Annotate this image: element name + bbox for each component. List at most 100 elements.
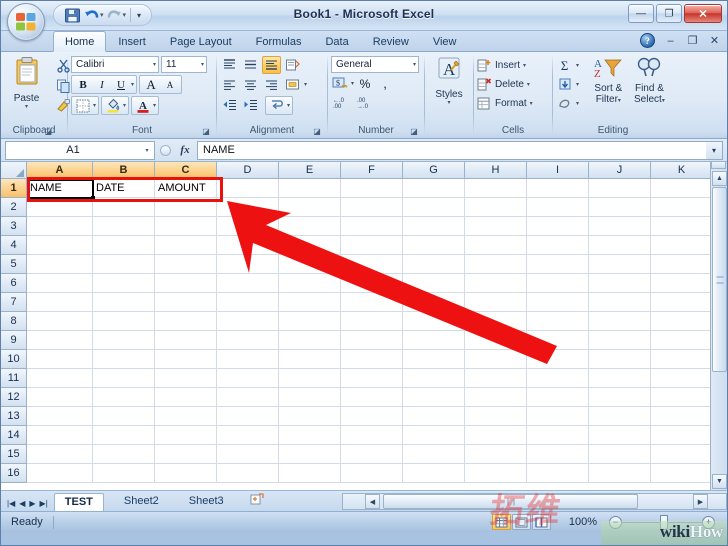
cell-G13[interactable] [403,407,465,426]
cell-J4[interactable] [589,236,651,255]
orientation-button[interactable] [283,56,302,74]
cell-G16[interactable] [403,464,465,483]
cell-I13[interactable] [527,407,589,426]
cell-C10[interactable] [155,350,217,369]
cell-B2[interactable] [93,198,155,217]
align-right-button[interactable] [262,76,281,94]
cell-J15[interactable] [589,445,651,464]
fill-color-caret-icon[interactable]: ▾ [123,103,126,109]
cell-E5[interactable] [279,255,341,274]
cell-A15[interactable] [27,445,93,464]
clipboard-dialog-launcher-icon[interactable]: ◪ [43,125,53,136]
cell-H2[interactable] [465,198,527,217]
cell-K3[interactable] [651,217,713,236]
next-sheet-button[interactable]: ▶ [29,499,35,508]
cell-E12[interactable] [279,388,341,407]
font-dialog-launcher-icon[interactable]: ◪ [201,125,211,136]
cell-C12[interactable] [155,388,217,407]
column-header-G[interactable]: G [403,162,465,179]
zoom-slider-handle[interactable] [660,514,668,530]
expand-formula-bar-button[interactable]: ▾ [706,140,723,160]
cell-H16[interactable] [465,464,527,483]
cell-C6[interactable] [155,274,217,293]
tab-view[interactable]: View [421,31,469,52]
horizontal-scrollbar[interactable]: ◀ ▶ [342,493,727,510]
cell-A7[interactable] [27,293,93,312]
find-select-button[interactable]: Find & Select▾ [629,56,670,105]
bottom-align-button[interactable] [262,56,281,74]
scroll-left-button[interactable]: ◀ [365,494,380,509]
cell-K5[interactable] [651,255,713,274]
tab-home[interactable]: Home [53,31,107,52]
close-button[interactable]: ✕ [684,4,722,23]
accounting-caret-icon[interactable]: ▾ [351,81,354,87]
scroll-up-button[interactable]: ▲ [712,171,727,186]
cell-G9[interactable] [403,331,465,350]
cell-H8[interactable] [465,312,527,331]
cell-D9[interactable] [217,331,279,350]
row-header-14[interactable]: 14 [1,426,27,445]
formula-input[interactable]: NAME [197,140,706,160]
cell-C5[interactable] [155,255,217,274]
cell-G12[interactable] [403,388,465,407]
name-box-caret-icon[interactable]: ▾ [140,147,154,154]
delete-cells-button[interactable]: Delete ▾ [477,75,549,94]
cell-I16[interactable] [527,464,589,483]
font-color-button[interactable]: A [134,97,152,114]
column-header-J[interactable]: J [589,162,651,179]
cell-A12[interactable] [27,388,93,407]
cell-A16[interactable] [27,464,93,483]
vertical-scroll-thumb[interactable] [712,187,727,372]
cell-D1[interactable] [217,179,279,198]
styles-button[interactable]: A Styles ▾ [435,56,463,106]
cell-A2[interactable] [27,198,93,217]
cell-B4[interactable] [93,236,155,255]
font-size-combo[interactable]: 11 ▾ [161,56,207,73]
page-break-view-button[interactable] [532,514,551,530]
cell-E13[interactable] [279,407,341,426]
cell-B9[interactable] [93,331,155,350]
tab-review[interactable]: Review [361,31,421,52]
cell-H14[interactable] [465,426,527,445]
cell-I7[interactable] [527,293,589,312]
cell-F8[interactable] [341,312,403,331]
cell-K7[interactable] [651,293,713,312]
row-header-8[interactable]: 8 [1,312,27,331]
format-cells-button[interactable]: Format ▾ [477,94,549,113]
fill-color-button[interactable] [104,97,122,114]
cell-F5[interactable] [341,255,403,274]
cell-F7[interactable] [341,293,403,312]
tab-insert[interactable]: Insert [106,31,158,52]
cell-D12[interactable] [217,388,279,407]
vertical-split-handle[interactable] [711,162,726,169]
cell-D10[interactable] [217,350,279,369]
cell-A3[interactable] [27,217,93,236]
cell-K6[interactable] [651,274,713,293]
cell-F12[interactable] [341,388,403,407]
cell-J1[interactable] [589,179,651,198]
insert-cells-button[interactable]: Insert ▾ [477,56,549,75]
cell-G3[interactable] [403,217,465,236]
cell-E2[interactable] [279,198,341,217]
cell-D14[interactable] [217,426,279,445]
cell-G1[interactable] [403,179,465,198]
cell-J5[interactable] [589,255,651,274]
cell-J13[interactable] [589,407,651,426]
paste-caret-icon[interactable]: ▾ [1,104,56,110]
cell-J12[interactable] [589,388,651,407]
cell-A9[interactable] [27,331,93,350]
scroll-right-button[interactable]: ▶ [693,494,708,509]
cell-G8[interactable] [403,312,465,331]
scroll-down-button[interactable]: ▼ [712,474,727,489]
cell-C3[interactable] [155,217,217,236]
autosum-caret-icon[interactable]: ▾ [576,63,579,69]
cell-B16[interactable] [93,464,155,483]
bold-button[interactable]: B [74,76,92,93]
italic-button[interactable]: I [93,76,111,93]
cell-B11[interactable] [93,369,155,388]
cell-H1[interactable] [465,179,527,198]
fill-button[interactable]: ▾ [556,75,588,94]
cell-A10[interactable] [27,350,93,369]
font-color-caret-icon[interactable]: ▾ [153,103,156,109]
cell-I14[interactable] [527,426,589,445]
